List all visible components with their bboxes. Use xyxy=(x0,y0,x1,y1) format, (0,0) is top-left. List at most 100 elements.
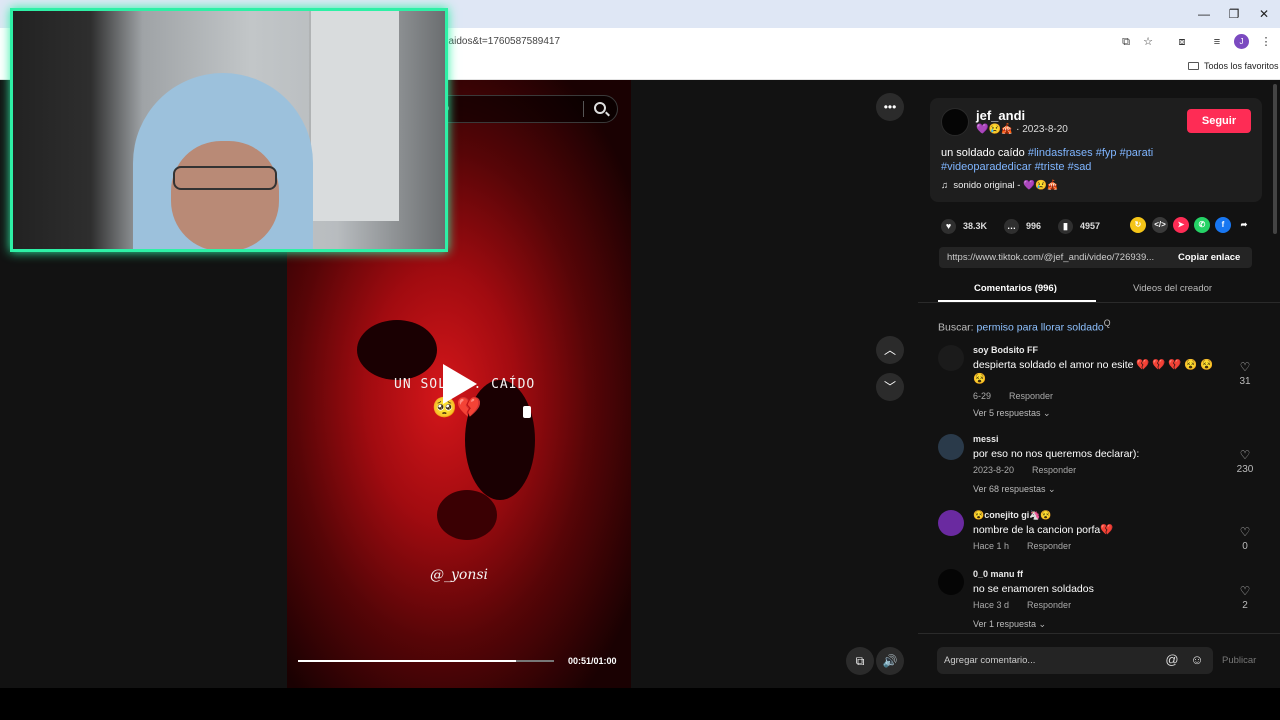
repost-icon[interactable]: ↻ xyxy=(1130,217,1146,233)
all-bookmarks[interactable]: Todos los favoritos xyxy=(1188,61,1279,71)
video-progress-fill xyxy=(298,660,516,662)
comment-date: 2023-8-20 xyxy=(973,465,1015,475)
tab-creator-videos[interactable]: Videos del creador xyxy=(1133,283,1212,294)
comment-text: nombre de la cancion porfa💔 xyxy=(973,524,1114,536)
comment-avatar[interactable] xyxy=(938,510,964,536)
comment-meta: 2023-8-20 Responder xyxy=(973,465,1076,475)
comment-date: Hace 1 h xyxy=(973,541,1010,551)
close-icon[interactable]: ✕ xyxy=(1254,5,1274,23)
post-date: 2023-8-20 xyxy=(1022,124,1068,135)
panel-scrollbar[interactable] xyxy=(1273,84,1277,234)
comment-meta: Hace 1 h Responder xyxy=(973,541,1071,551)
author-name[interactable]: jef_andi xyxy=(976,108,1025,123)
search-icon[interactable] xyxy=(594,102,606,114)
menu-icon[interactable]: ⋮ xyxy=(1258,34,1274,50)
comment-user[interactable]: messi xyxy=(973,434,999,444)
view-replies-label: Ver 5 respuestas xyxy=(973,408,1041,418)
reply-button[interactable]: Responder xyxy=(1027,600,1071,610)
view-replies-label: Ver 1 respuesta xyxy=(973,619,1037,629)
comment-user[interactable]: soy Bodsito FF xyxy=(973,345,1038,355)
url-text[interactable]: 2caidos&t=1760587589417 xyxy=(438,36,560,47)
volume-icon[interactable]: 🔊 xyxy=(876,647,904,675)
reply-button[interactable]: Responder xyxy=(1032,465,1076,475)
comment-user[interactable]: 😵conejito gi🦄😵 xyxy=(973,510,1052,521)
comment-heart-icon[interactable]: ♡ xyxy=(1238,525,1252,539)
video-link[interactable]: https://www.tiktok.com/@jef_andi/video/7… xyxy=(947,252,1154,263)
video-timecode: 00:51/01:00 xyxy=(568,656,617,666)
install-app-icon[interactable]: ⧉ xyxy=(1118,34,1134,50)
video-watermark: @_yonsi xyxy=(430,567,489,583)
next-video-icon[interactable]: ﹀ xyxy=(876,373,904,401)
search-divider xyxy=(583,101,584,117)
profile-avatar[interactable]: J xyxy=(1234,34,1249,49)
publish-button[interactable]: Publicar xyxy=(1222,655,1256,666)
follow-button[interactable]: Seguir xyxy=(1187,109,1251,133)
save-count: 4957 xyxy=(1080,221,1101,231)
hashtags-line-2[interactable]: #videoparadedicar #triste #sad xyxy=(941,161,1091,173)
more-options-icon[interactable]: ••• xyxy=(876,93,904,121)
view-replies-label: Ver 68 respuestas xyxy=(973,484,1046,494)
comment-stat[interactable]: … 996 xyxy=(1004,218,1041,235)
author-avatar[interactable] xyxy=(941,108,969,136)
comment-heart-icon[interactable]: ♡ xyxy=(1238,584,1252,598)
comment-text: despierta soldado el amor no esite 💔 💔 💔… xyxy=(973,359,1214,385)
comment-avatar[interactable] xyxy=(938,569,964,595)
view-replies-button[interactable]: Ver 5 respuestas ⌄ xyxy=(973,408,1051,419)
comment-text: por eso no nos queremos declarar): xyxy=(973,448,1140,460)
screen: — ❐ ✕ 2caidos&t=1760587589417 ⧉ ☆ ⧈ ≡ ⋮ … xyxy=(0,0,1280,720)
tabs-divider xyxy=(918,302,1280,303)
bottom-letterbox xyxy=(0,688,1280,720)
send-icon[interactable]: ➤ xyxy=(1173,217,1189,233)
star-icon[interactable]: ☆ xyxy=(1140,34,1156,50)
mention-icon[interactable]: @ xyxy=(1164,652,1180,668)
comment-icon: … xyxy=(1004,219,1019,235)
comment-avatar[interactable] xyxy=(938,434,964,460)
skull-eye-left xyxy=(357,320,437,380)
folder-icon xyxy=(1188,62,1199,70)
author-meta: 💜😢🎪 · 2023-8-20 xyxy=(976,124,1068,135)
comment-likes: 2 xyxy=(1242,600,1248,611)
comment-meta: 6-29 Responder xyxy=(973,391,1053,401)
floating-player-icon[interactable]: ⧉ xyxy=(846,647,874,675)
comment-likes: 0 xyxy=(1242,541,1248,552)
comment-text: no se enamoren soldados xyxy=(973,583,1094,595)
comment-meta: Hace 3 d Responder xyxy=(973,600,1071,610)
copy-link-button[interactable]: Copiar enlace xyxy=(1178,252,1240,263)
facebook-icon[interactable]: f xyxy=(1215,217,1231,233)
whatsapp-icon[interactable]: ✆ xyxy=(1194,217,1210,233)
like-count: 38.3K xyxy=(963,221,988,231)
video-progress-bar[interactable] xyxy=(298,660,554,662)
minimize-icon[interactable]: — xyxy=(1194,5,1214,23)
sound-info[interactable]: ♫ sonido original - 💜😢🎪 xyxy=(941,180,1059,191)
post-description: un soldado caído #lindasfrases #fyp #par… xyxy=(941,146,1241,174)
comment-avatar[interactable] xyxy=(938,345,964,371)
view-replies-button[interactable]: Ver 1 respuesta ⌄ xyxy=(973,619,1046,630)
tab-comments[interactable]: Comentarios (996) xyxy=(974,283,1057,294)
search-suggestion-query[interactable]: permiso para llorar soldado xyxy=(977,322,1104,334)
media-icon[interactable]: ≡ xyxy=(1209,34,1225,50)
mouse-cursor xyxy=(523,406,531,418)
restore-icon[interactable]: ❐ xyxy=(1224,5,1244,23)
share-arrow-icon[interactable]: ➦ xyxy=(1236,217,1252,233)
webcam-person-face xyxy=(171,141,279,249)
reply-button[interactable]: Responder xyxy=(1009,391,1053,401)
play-icon[interactable] xyxy=(443,364,477,404)
view-replies-button[interactable]: Ver 68 respuestas ⌄ xyxy=(973,484,1056,495)
embed-icon[interactable]: </> xyxy=(1152,217,1168,233)
comment-placeholder: Agregar comentario... xyxy=(944,655,1036,666)
hashtags-line-1[interactable]: #lindasfrases #fyp #parati xyxy=(1028,147,1153,159)
like-stat[interactable]: ♥ 38.3K xyxy=(941,218,988,235)
previous-video-icon[interactable]: ︿ xyxy=(876,336,904,364)
description-text: un soldado caído xyxy=(941,147,1025,159)
webcam-person-glasses xyxy=(173,166,277,190)
search-suggestion[interactable]: Buscar: permiso para llorar soldadoQ xyxy=(938,318,1111,334)
save-stat[interactable]: ▮ 4957 xyxy=(1058,218,1101,235)
comment-user[interactable]: 0_0 manu ff xyxy=(973,569,1023,579)
tiktok-search-input[interactable] xyxy=(420,95,618,123)
comment-heart-icon[interactable]: ♡ xyxy=(1238,360,1252,374)
webcam-overlay xyxy=(10,8,448,252)
emoji-icon[interactable]: ☺ xyxy=(1189,652,1205,668)
extensions-icon[interactable]: ⧈ xyxy=(1174,34,1190,50)
comment-heart-icon[interactable]: ♡ xyxy=(1238,448,1252,462)
reply-button[interactable]: Responder xyxy=(1027,541,1071,551)
